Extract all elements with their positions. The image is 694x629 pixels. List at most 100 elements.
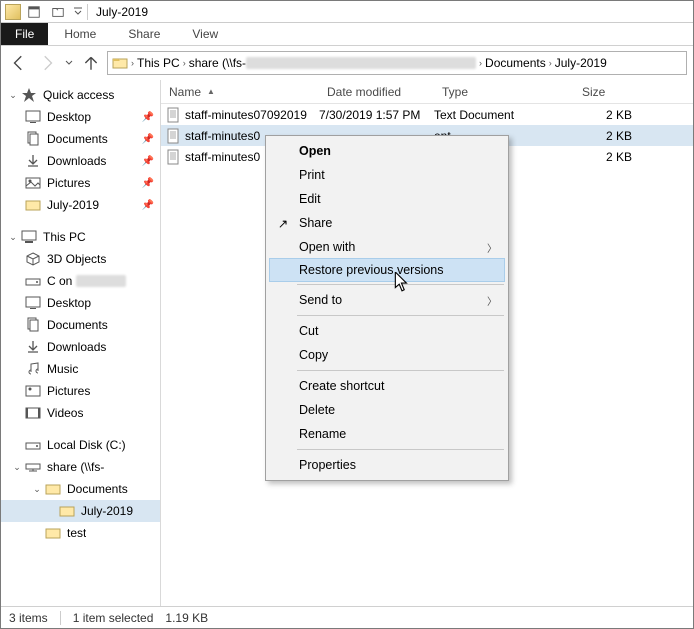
crumb-july[interactable]: July-2019 <box>555 56 607 70</box>
menu-rename[interactable]: Rename <box>269 422 505 446</box>
recent-dropdown[interactable] <box>63 51 75 75</box>
menu-item-label: Create shortcut <box>299 379 384 393</box>
sidebar-item-pictures[interactable]: Pictures 📌 <box>1 172 160 194</box>
downloads-icon <box>25 339 41 355</box>
drive-icon <box>25 273 41 289</box>
menu-separator <box>297 449 504 450</box>
folder-app-icon <box>5 4 21 20</box>
sidebar-item-documents2[interactable]: Documents <box>1 314 160 336</box>
sidebar-item-downloads2[interactable]: Downloads <box>1 336 160 358</box>
back-button[interactable] <box>7 51 31 75</box>
menu-copy[interactable]: Copy <box>269 343 505 367</box>
menu-separator <box>297 315 504 316</box>
menu-delete[interactable]: Delete <box>269 398 505 422</box>
sidebar-item-downloads[interactable]: Downloads 📌 <box>1 150 160 172</box>
pc-icon <box>21 229 37 245</box>
forward-button[interactable] <box>35 51 59 75</box>
col-size[interactable]: Size <box>574 85 693 99</box>
navigation-pane: ⌄ Quick access Desktop 📌 Documents 📌 Dow… <box>1 80 161 606</box>
menu-open[interactable]: Open <box>269 139 505 163</box>
text-file-icon <box>165 149 181 165</box>
menu-cut[interactable]: Cut <box>269 319 505 343</box>
file-tab[interactable]: File <box>1 23 48 45</box>
status-count: 3 items <box>9 611 48 625</box>
menu-send-to[interactable]: Send to〉 <box>269 288 505 312</box>
sidebar-item-desktop2[interactable]: Desktop <box>1 292 160 314</box>
address-bar[interactable]: ›This PC ›share (\\fs- ›Documents ›July-… <box>107 51 687 75</box>
star-icon <box>21 87 37 103</box>
col-name[interactable]: Name ▲ <box>161 85 319 99</box>
sidebar-item-c-on[interactable]: C on <box>1 270 160 292</box>
sidebar-item-documents[interactable]: Documents 📌 <box>1 128 160 150</box>
text-file-icon <box>165 107 181 123</box>
file-row[interactable]: staff-minutes07092019 7/30/2019 1:57 PMTe… <box>161 104 693 125</box>
share-icon: ↗ <box>275 216 291 231</box>
up-button[interactable] <box>79 51 103 75</box>
sidebar-item-3dobjects[interactable]: 3D Objects <box>1 248 160 270</box>
column-headers: Name ▲ Date modified Type Size <box>161 80 693 104</box>
this-pc[interactable]: ⌄ This PC <box>1 226 160 248</box>
expander-icon[interactable]: ⌄ <box>31 484 43 495</box>
status-bar: 3 items 1 item selected 1.19 KB <box>1 606 693 628</box>
menu-item-label: Rename <box>299 427 346 441</box>
col-type[interactable]: Type <box>434 85 574 99</box>
window-title: July-2019 <box>90 5 148 19</box>
sidebar-item-desktop[interactable]: Desktop 📌 <box>1 106 160 128</box>
sidebar-item-videos[interactable]: Videos <box>1 402 160 424</box>
menu-properties[interactable]: Properties <box>269 453 505 477</box>
file-modified: 7/30/2019 1:57 PM <box>319 108 434 122</box>
quick-access[interactable]: ⌄ Quick access <box>1 84 160 106</box>
music-icon <box>25 361 41 377</box>
context-menu: Open Print Edit ↗ Share Open with〉 Restore pre… <box>265 135 509 481</box>
view-tab[interactable]: View <box>176 23 234 45</box>
qat-customize-button[interactable] <box>71 2 85 22</box>
sidebar-item-localdisk[interactable]: Local Disk (C:) <box>1 434 160 456</box>
menu-item-label: Edit <box>299 192 321 206</box>
sidebar-item-share-test[interactable]: test <box>1 522 160 544</box>
title-bar: July-2019 <box>1 1 693 23</box>
file-name: staff-minutes07092019 <box>185 108 307 122</box>
menu-item-label: Restore previous versions <box>299 263 444 277</box>
expander-icon[interactable]: ⌄ <box>7 90 19 101</box>
drive-icon <box>25 437 41 453</box>
file-type: Text Document <box>434 108 574 122</box>
file-size: 2 KB <box>574 150 644 164</box>
crumb-share[interactable]: share (\\fs- <box>189 56 246 70</box>
crumb-documents[interactable]: Documents <box>485 56 546 70</box>
file-name: staff-minutes0 <box>185 129 260 143</box>
documents-icon <box>25 131 41 147</box>
sidebar-item-july[interactable]: July-2019 📌 <box>1 194 160 216</box>
menu-item-label: Print <box>299 168 325 182</box>
menu-edit[interactable]: Edit <box>269 187 505 211</box>
crumb-thispc[interactable]: This PC <box>137 56 180 70</box>
expander-icon[interactable]: ⌄ <box>11 462 23 473</box>
qat-newfolder-button[interactable] <box>47 2 69 22</box>
expander-icon[interactable]: ⌄ <box>7 232 19 243</box>
col-modified[interactable]: Date modified <box>319 85 434 99</box>
pin-icon: 📌 <box>142 178 154 189</box>
menu-item-label: Open with <box>299 240 355 254</box>
sidebar-item-share-july[interactable]: July-2019 <box>1 500 160 522</box>
status-size: 1.19 KB <box>165 611 208 625</box>
menu-open-with[interactable]: Open with〉 <box>269 235 505 259</box>
qat-properties-button[interactable] <box>23 2 45 22</box>
menu-restore-previous-versions[interactable]: Restore previous versions <box>269 258 505 282</box>
share-tab[interactable]: Share <box>112 23 176 45</box>
redacted <box>76 275 126 287</box>
sidebar-item-share-documents[interactable]: ⌄ Documents <box>1 478 160 500</box>
pictures-icon <box>25 175 41 191</box>
ribbon-tabs: File Home Share View <box>1 23 693 46</box>
sidebar-item-music[interactable]: Music <box>1 358 160 380</box>
navigation-bar: ›This PC ›share (\\fs- ›Documents ›July-… <box>1 46 693 80</box>
menu-create-shortcut[interactable]: Create shortcut <box>269 374 505 398</box>
sidebar-item-pictures2[interactable]: Pictures <box>1 380 160 402</box>
documents-icon <box>25 317 41 333</box>
sidebar-item-share[interactable]: ⌄ share (\\fs- <box>1 456 160 478</box>
menu-print[interactable]: Print <box>269 163 505 187</box>
menu-item-label: Delete <box>299 403 335 417</box>
menu-item-label: Share <box>299 216 332 230</box>
downloads-icon <box>25 153 41 169</box>
home-tab[interactable]: Home <box>48 23 112 45</box>
pin-icon: 📌 <box>142 156 154 167</box>
menu-share[interactable]: ↗ Share <box>269 211 505 235</box>
